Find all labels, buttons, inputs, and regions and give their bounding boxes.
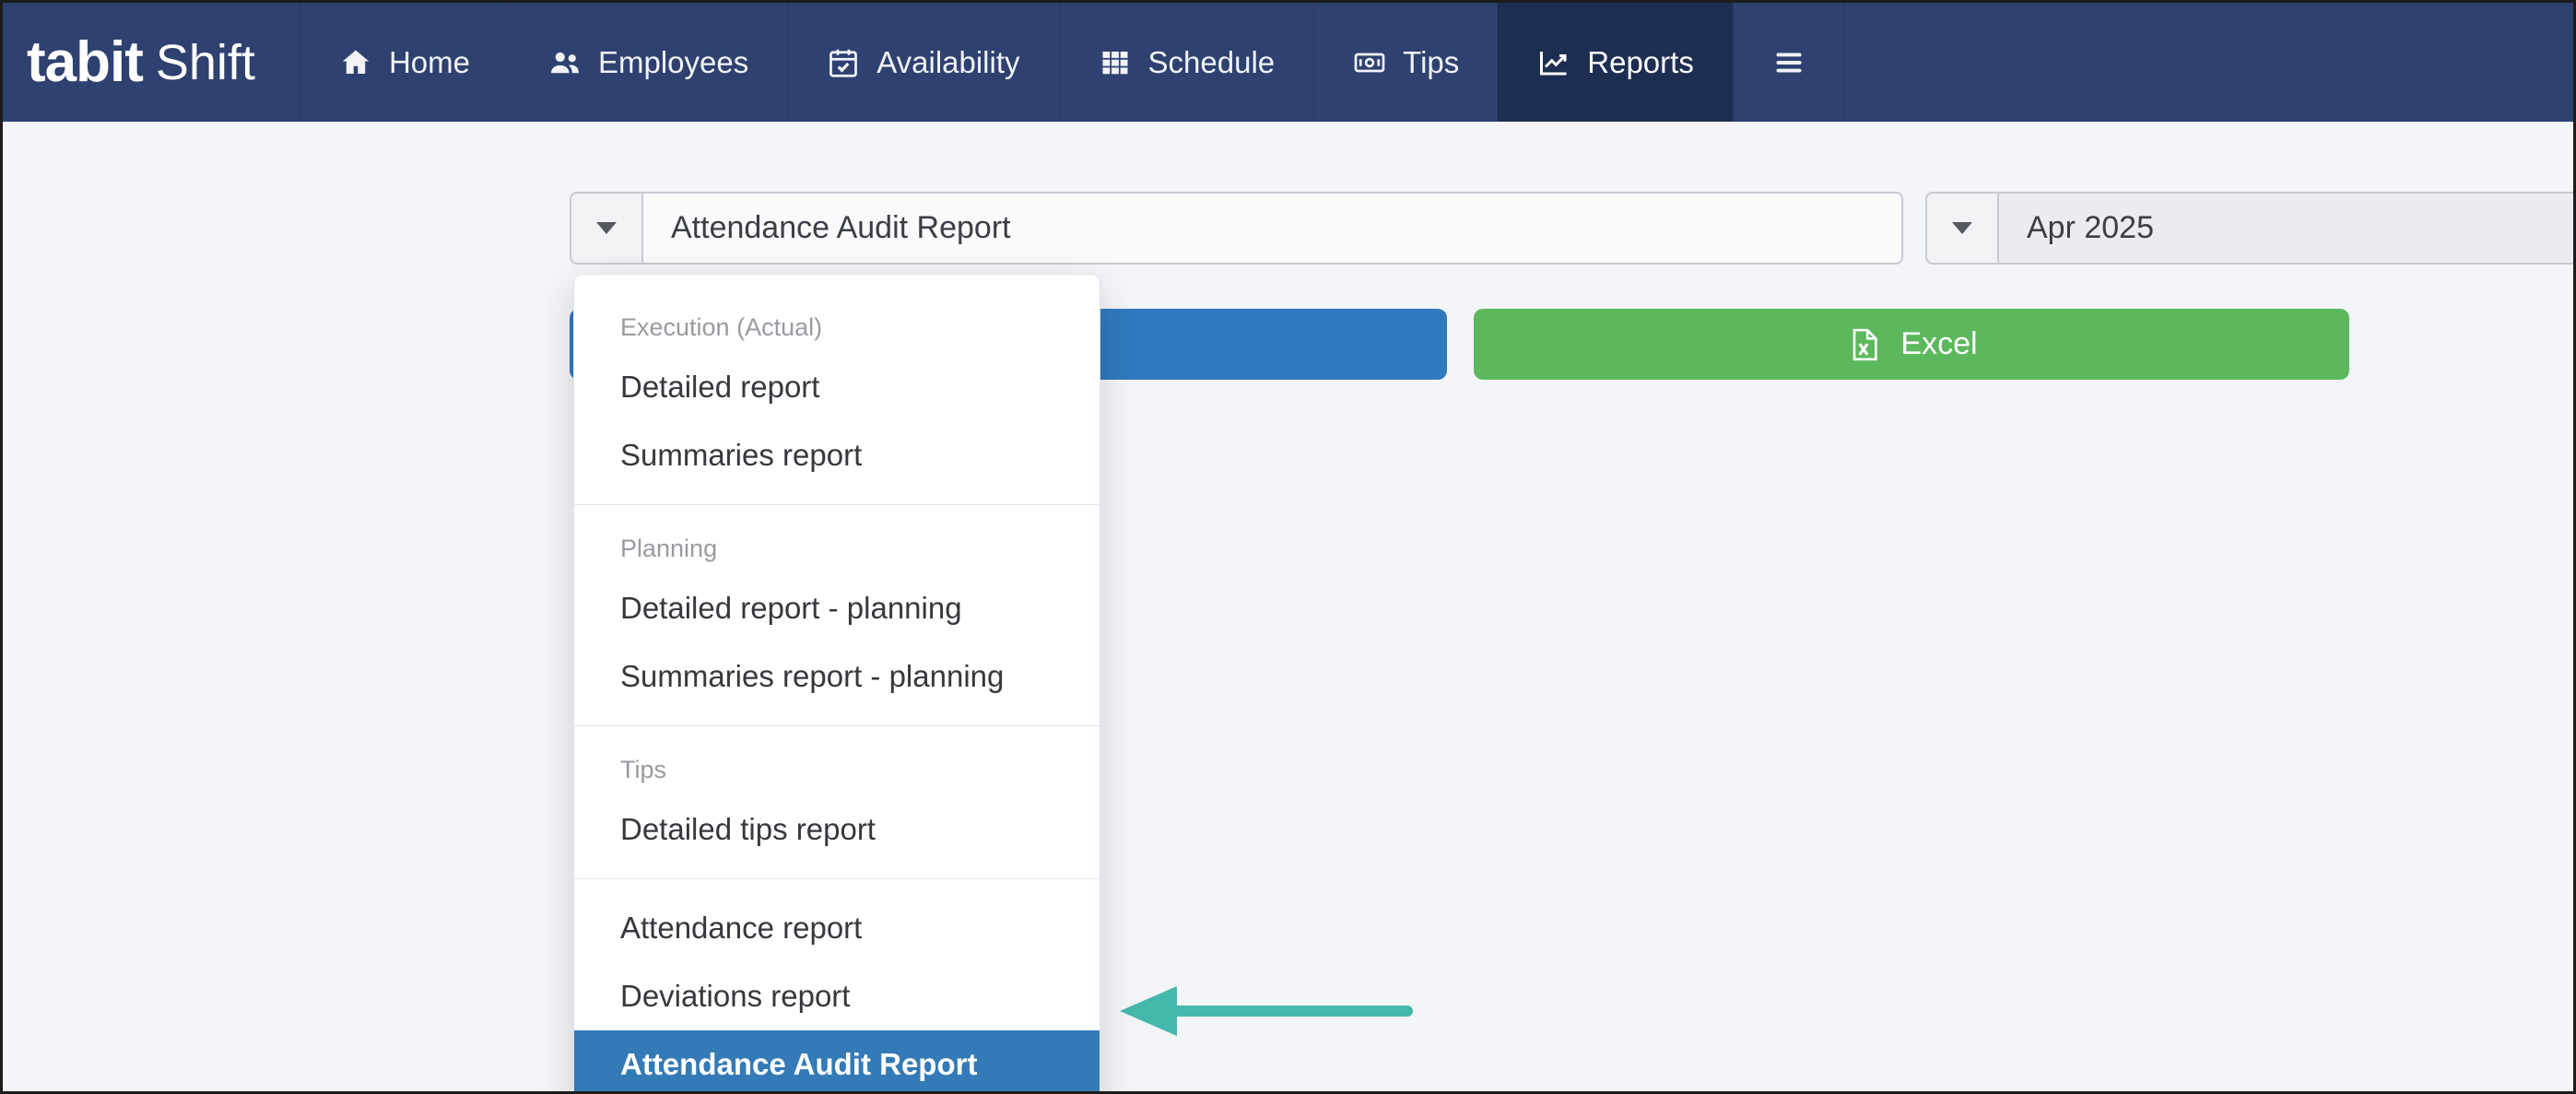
app-window: tabit Shift Home Employ bbox=[0, 0, 2576, 1094]
excel-file-icon bbox=[1845, 326, 1882, 363]
menu-item-detailed-report-planning[interactable]: Detailed report - planning bbox=[574, 574, 1100, 642]
nav-item-label: Availability bbox=[876, 45, 1019, 80]
nav-item-reports[interactable]: Reports bbox=[1498, 3, 1733, 122]
menu-item-detailed-report[interactable]: Detailed report bbox=[574, 353, 1100, 421]
tips-icon bbox=[1353, 46, 1386, 79]
month-select: Apr 2025 bbox=[1925, 192, 2576, 265]
nav-item-label: Schedule bbox=[1148, 45, 1276, 80]
nav-item-label: Tips bbox=[1403, 45, 1459, 80]
nav-item-home[interactable]: Home bbox=[300, 3, 509, 122]
brand-tabit: tabit bbox=[27, 29, 143, 95]
menu-group-header-planning: Planning bbox=[574, 520, 1100, 574]
chevron-down-icon bbox=[1952, 222, 1972, 234]
brand-shift: Shift bbox=[156, 34, 255, 91]
nav-item-schedule[interactable]: Schedule bbox=[1059, 3, 1314, 122]
nav-item-tips[interactable]: Tips bbox=[1313, 3, 1498, 122]
menu-item-detailed-tips-report[interactable]: Detailed tips report bbox=[574, 795, 1100, 864]
report-select-value[interactable]: Attendance Audit Report bbox=[643, 192, 1903, 265]
annotation-arrow-line bbox=[1171, 1006, 1413, 1017]
month-select-caret-button[interactable] bbox=[1925, 192, 1999, 265]
schedule-icon bbox=[1099, 46, 1132, 79]
nav-item-availability[interactable]: Availability bbox=[787, 3, 1058, 122]
menu-item-summaries-report-planning[interactable]: Summaries report - planning bbox=[574, 642, 1100, 711]
nav-item-employees[interactable]: Employees bbox=[509, 3, 787, 122]
brand-logo[interactable]: tabit Shift bbox=[3, 3, 300, 122]
menu-toggle-button[interactable] bbox=[1733, 3, 1845, 122]
nav-items: Home Employees bbox=[300, 3, 1845, 122]
employees-icon bbox=[548, 46, 582, 79]
month-select-value[interactable]: Apr 2025 bbox=[1999, 192, 2576, 265]
hamburger-icon bbox=[1772, 46, 1806, 79]
menu-divider bbox=[574, 504, 1100, 505]
menu-divider bbox=[574, 725, 1100, 726]
menu-item-summaries-report[interactable]: Summaries report bbox=[574, 421, 1100, 489]
menu-item-attendance-audit-report[interactable]: Attendance Audit Report bbox=[574, 1030, 1100, 1094]
menu-group-header-tips: Tips bbox=[574, 741, 1100, 795]
excel-button-label: Excel bbox=[1900, 326, 1977, 362]
chevron-down-icon bbox=[596, 222, 617, 234]
reports-icon bbox=[1537, 46, 1570, 79]
availability-icon bbox=[827, 46, 860, 79]
report-type-select: Attendance Audit Report bbox=[570, 192, 1903, 265]
excel-export-button[interactable]: Excel bbox=[1474, 309, 2349, 380]
menu-divider bbox=[574, 878, 1100, 879]
top-navbar: tabit Shift Home Employ bbox=[3, 3, 2573, 122]
annotation-arrow-head bbox=[1120, 986, 1177, 1036]
menu-item-deviations-report[interactable]: Deviations report bbox=[574, 962, 1100, 1030]
nav-item-label: Reports bbox=[1587, 45, 1694, 80]
report-select-caret-button[interactable] bbox=[570, 192, 643, 265]
home-icon bbox=[339, 46, 372, 79]
nav-item-label: Employees bbox=[598, 45, 748, 80]
menu-item-attendance-report[interactable]: Attendance report bbox=[574, 894, 1100, 962]
menu-group-header-execution: Execution (Actual) bbox=[574, 299, 1100, 353]
nav-item-label: Home bbox=[389, 45, 470, 80]
report-dropdown-menu: Execution (Actual) Detailed report Summa… bbox=[573, 274, 1100, 1094]
